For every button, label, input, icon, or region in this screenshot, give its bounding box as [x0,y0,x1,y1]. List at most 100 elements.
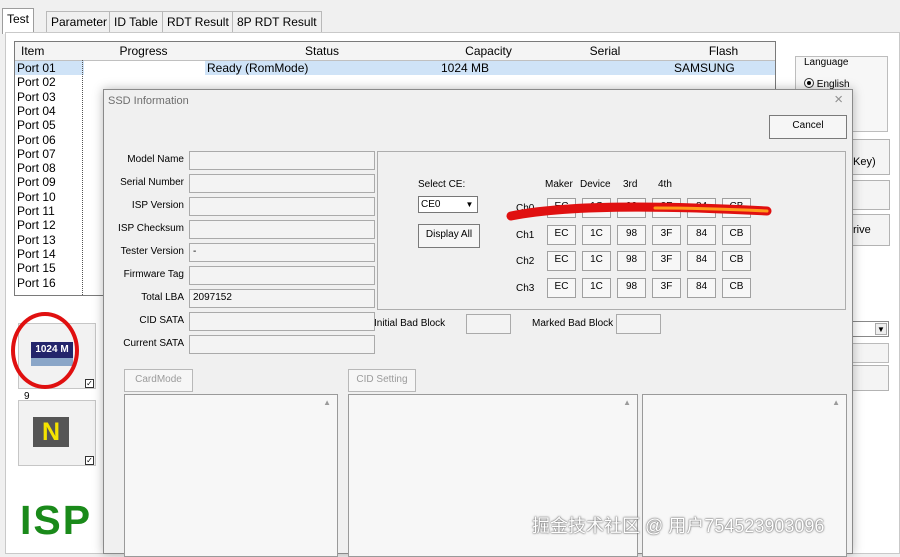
ce-id-byte: 98 [617,251,646,271]
close-icon[interactable]: × [834,91,843,108]
select-ce-dropdown[interactable]: CE0 ▼ [418,196,478,213]
ssd-information-dialog: SSD Information × Cancel Model Name Seria… [103,89,853,557]
column-divider [82,60,83,295]
field-label: ISP Version [131,200,184,211]
field-label: Tester Version [120,246,184,257]
ce-id-byte: CB [722,277,751,298]
cell-serial [538,61,674,76]
ce-id-byte: 1C [582,277,611,298]
column-header-status[interactable]: Status [205,42,440,61]
device-checkbox-2[interactable]: ✓ [85,456,94,465]
field-value [189,335,375,354]
device-slot-2[interactable]: N ✓ [18,400,96,466]
cell-serial [538,75,674,89]
cell-item: Port 16 [17,275,56,290]
dialog-title: SSD Information [108,95,189,107]
language-title: Language [804,57,849,68]
column-header-capacity[interactable]: Capacity [439,42,539,61]
ce-id-byte: 98 [617,277,646,298]
isp-label: ISP [20,497,93,543]
tab-8p-rdt-result[interactable]: 8P RDT Result [232,11,322,33]
ce-id-byte: 3F [652,251,681,271]
cardmode-button[interactable]: CardMode [124,369,193,392]
radio-selected-icon [804,78,814,88]
side-button-2[interactable] [852,365,889,391]
marked-bad-block-field [616,314,661,334]
red-underline-annotation [506,202,772,221]
initial-bad-block-label: Initial Bad Block [374,318,446,329]
field-value: 2097152 [189,289,375,308]
ce-column-header: Maker [545,179,573,190]
cell-progress [82,61,207,75]
field-value [189,312,375,331]
column-header-flash[interactable]: Flash [672,42,775,61]
display-all-button[interactable]: Display All [418,224,480,248]
column-header-serial[interactable]: Serial [538,42,673,61]
cell-progress [82,75,207,89]
drive-button-label: rive [853,224,871,236]
key-button[interactable]: Key) [852,139,890,175]
ce-info-panel: Select CE: CE0 ▼ Display All Maker Device… [377,151,846,310]
cell-item: Port 14 [17,246,56,261]
cell-flash [672,75,775,89]
tab-bar: Test Parameter ID Table RDT Result 8P RD… [0,8,900,34]
cell-item: Port 09 [17,175,56,190]
ce-id-byte: EC [547,251,576,271]
n-badge: N [33,417,69,447]
ce-id-byte: 84 [687,251,716,271]
ce-id-byte: 3F [652,277,681,298]
cell-item: Port 06 [17,132,56,147]
ce-id-byte: CB [722,224,751,245]
ce-id-byte: EC [547,277,576,298]
field-label: Model Name [127,154,184,165]
drive-button[interactable]: rive [852,214,890,246]
field-label: Current SATA [123,338,184,349]
ce-column-header: 4th [658,179,672,190]
cell-item: Port 08 [17,161,56,176]
ce-id-byte: EC [547,224,576,245]
cell-item: Port 13 [17,232,56,247]
text-area-left[interactable]: ▲ [124,394,338,557]
cancel-button[interactable]: Cancel [769,115,847,139]
cell-capacity [439,75,540,89]
port-row[interactable]: Port 02 [15,75,775,89]
cell-status: Ready (RomMode) [205,61,441,76]
cell-status [205,75,441,89]
ce-channel-label: Ch3 [516,282,535,294]
ce-id-byte: 1C [582,251,611,271]
tab-test[interactable]: Test [2,8,35,34]
ce-id-byte: 98 [617,224,646,245]
ce-channel-label: Ch1 [516,229,535,241]
cell-item: Port 04 [17,103,56,118]
cell-capacity: 1024 MB [439,61,540,76]
cell-item: Port 07 [17,146,56,161]
scroll-up-icon[interactable]: ▲ [323,398,331,407]
column-header-item[interactable]: Item [15,42,89,61]
side-dropdown[interactable]: ▼ [852,321,889,337]
dropdown-arrow-icon: ▼ [465,200,474,209]
select-ce-value: CE0 [421,199,441,210]
cid-setting-button[interactable]: CID Setting [348,369,416,392]
field-value [189,220,375,239]
ce-id-byte: 3F [652,224,681,245]
cell-item: Port 15 [17,261,56,276]
tab-parameter[interactable]: Parameter [46,11,113,33]
scroll-up-icon[interactable]: ▲ [832,398,840,407]
field-label: Firmware Tag [123,269,184,280]
tab-id-table[interactable]: ID Table [109,11,163,33]
column-header-progress[interactable]: Progress [82,42,206,61]
marked-bad-block-label: Marked Bad Block [532,318,614,329]
tab-rdt-result[interactable]: RDT Result [162,11,234,33]
field-value [189,151,375,170]
field-label: Total LBA [141,292,184,303]
port-row[interactable]: Port 01 Ready (RomMode) 1024 MB SAMSUNG [15,61,775,76]
field-value [189,197,375,216]
cell-item: Port 05 [17,118,56,133]
red-circle-annotation [11,312,79,389]
side-button[interactable] [852,180,890,210]
ce-id-byte: 84 [687,277,716,298]
cell-item: Port 11 [17,204,55,218]
device-checkbox[interactable]: ✓ [85,379,94,388]
ce-column-header: 3rd [623,179,638,190]
scroll-up-icon[interactable]: ▲ [623,398,631,407]
